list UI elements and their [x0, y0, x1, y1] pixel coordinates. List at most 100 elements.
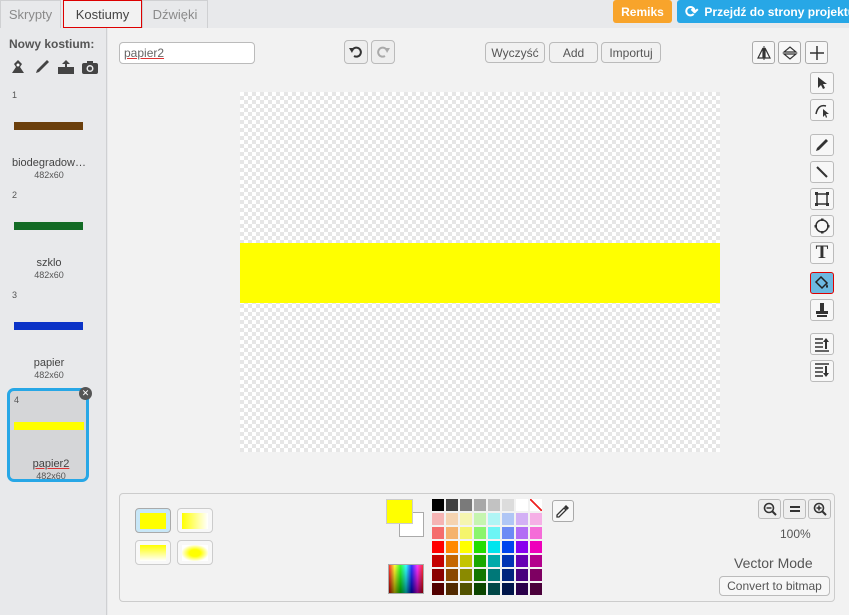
select-tool-icon[interactable] — [810, 72, 834, 94]
palette-swatch[interactable] — [516, 541, 528, 553]
palette-swatch[interactable] — [488, 555, 500, 567]
tab-sounds[interactable]: Dźwięki — [142, 0, 208, 28]
horizontal-gradient-button[interactable] — [177, 508, 213, 533]
tab-costumes[interactable]: Kostiumy — [63, 0, 142, 28]
palette-swatch[interactable] — [446, 499, 458, 511]
palette-swatch[interactable] — [516, 569, 528, 581]
palette-swatch[interactable] — [446, 527, 458, 539]
palette-swatch[interactable] — [460, 555, 472, 567]
palette-swatch[interactable] — [460, 499, 472, 511]
palette-swatch[interactable] — [502, 513, 514, 525]
palette-swatch[interactable] — [432, 541, 444, 553]
palette-swatch[interactable] — [516, 499, 528, 511]
paint-new-icon[interactable] — [33, 58, 51, 76]
palette-swatch[interactable] — [432, 513, 444, 525]
rectangle-tool-icon[interactable] — [810, 188, 834, 210]
line-tool-icon[interactable] — [810, 161, 834, 183]
import-button[interactable]: Importuj — [601, 42, 661, 63]
palette-swatch[interactable] — [516, 527, 528, 539]
palette-swatch[interactable] — [502, 499, 514, 511]
zoom-reset-icon[interactable] — [783, 499, 806, 519]
palette-swatch[interactable] — [516, 513, 528, 525]
bring-forward-icon[interactable] — [810, 333, 834, 355]
set-center-icon[interactable] — [805, 41, 828, 64]
vertical-gradient-button[interactable] — [135, 540, 171, 565]
stamp-tool-icon[interactable] — [810, 299, 834, 321]
palette-swatch[interactable] — [488, 513, 500, 525]
palette-swatch[interactable] — [432, 527, 444, 539]
palette-swatch[interactable] — [530, 513, 542, 525]
palette-swatch[interactable] — [530, 541, 542, 553]
transparent-color-swatch[interactable] — [530, 499, 542, 511]
palette-swatch[interactable] — [530, 527, 542, 539]
pencil-tool-icon[interactable] — [810, 134, 834, 156]
palette-swatch[interactable] — [502, 555, 514, 567]
palette-swatch[interactable] — [446, 541, 458, 553]
eyedropper-icon[interactable] — [552, 500, 574, 522]
undo-button[interactable] — [344, 40, 368, 64]
palette-swatch[interactable] — [474, 513, 486, 525]
palette-swatch[interactable] — [488, 583, 500, 595]
palette-swatch[interactable] — [432, 499, 444, 511]
palette-swatch[interactable] — [516, 555, 528, 567]
ellipse-tool-icon[interactable] — [810, 215, 834, 237]
palette-swatch[interactable] — [460, 583, 472, 595]
drawing-canvas[interactable] — [240, 92, 720, 452]
add-button[interactable]: Add — [549, 42, 598, 63]
palette-swatch[interactable] — [446, 569, 458, 581]
palette-swatch[interactable] — [460, 569, 472, 581]
palette-swatch[interactable] — [446, 555, 458, 567]
palette-swatch[interactable] — [432, 555, 444, 567]
palette-swatch[interactable] — [460, 541, 472, 553]
convert-to-bitmap-button[interactable]: Convert to bitmap — [719, 576, 830, 596]
palette-swatch[interactable] — [460, 513, 472, 525]
palette-swatch[interactable] — [502, 527, 514, 539]
upload-icon[interactable] — [57, 58, 75, 76]
radial-gradient-button[interactable] — [177, 540, 213, 565]
palette-swatch[interactable] — [432, 569, 444, 581]
send-backward-icon[interactable] — [810, 360, 834, 382]
costume-name-input[interactable] — [119, 42, 255, 64]
palette-swatch[interactable] — [530, 569, 542, 581]
palette-swatch[interactable] — [530, 583, 542, 595]
tab-scripts[interactable]: Skrypty — [0, 0, 61, 28]
palette-swatch[interactable] — [488, 541, 500, 553]
palette-swatch[interactable] — [474, 583, 486, 595]
palette-swatch[interactable] — [502, 541, 514, 553]
palette-swatch[interactable] — [488, 499, 500, 511]
redo-button[interactable] — [371, 40, 395, 64]
palette-swatch[interactable] — [474, 555, 486, 567]
palette-swatch[interactable] — [446, 513, 458, 525]
clear-button[interactable]: Wyczyść — [485, 42, 545, 63]
palette-swatch[interactable] — [474, 569, 486, 581]
color-spectrum-picker[interactable] — [388, 564, 424, 594]
palette-swatch[interactable] — [502, 569, 514, 581]
costume-item-selected[interactable]: 4 ✕ papier2 482x60 — [7, 387, 92, 482]
flip-vertical-icon[interactable] — [778, 41, 801, 64]
costume-item[interactable]: 1 biodegradow… 482x60 — [8, 86, 90, 180]
palette-swatch[interactable] — [474, 499, 486, 511]
palette-swatch[interactable] — [488, 527, 500, 539]
palette-swatch[interactable] — [432, 583, 444, 595]
reshape-tool-icon[interactable] — [810, 99, 834, 121]
camera-icon[interactable] — [81, 58, 99, 76]
fill-tool-icon[interactable] — [810, 272, 834, 294]
flip-horizontal-icon[interactable] — [752, 41, 775, 64]
costume-yellow-rectangle[interactable] — [240, 243, 720, 303]
paint-from-library-icon[interactable] — [9, 58, 27, 76]
costume-item[interactable]: 3 papier 482x60 — [8, 286, 90, 380]
palette-swatch[interactable] — [474, 541, 486, 553]
text-tool-icon[interactable]: T — [810, 242, 834, 264]
palette-swatch[interactable] — [446, 583, 458, 595]
solid-fill-button[interactable] — [135, 508, 171, 533]
costume-item[interactable]: 2 szklo 482x60 — [8, 186, 90, 280]
primary-color-swatch[interactable] — [386, 499, 413, 524]
remix-button[interactable]: Remiks — [613, 0, 672, 23]
palette-swatch[interactable] — [516, 583, 528, 595]
palette-swatch[interactable] — [474, 527, 486, 539]
palette-swatch[interactable] — [530, 555, 542, 567]
palette-swatch[interactable] — [502, 583, 514, 595]
palette-swatch[interactable] — [488, 569, 500, 581]
delete-costume-icon[interactable]: ✕ — [79, 387, 92, 400]
palette-swatch[interactable] — [460, 527, 472, 539]
